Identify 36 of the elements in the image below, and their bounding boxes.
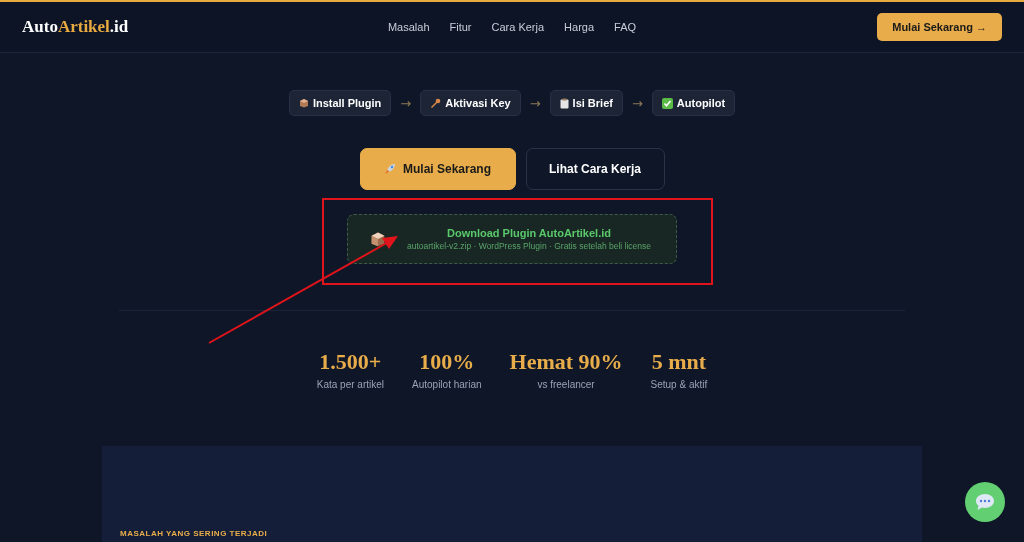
chat-icon bbox=[975, 493, 995, 511]
start-button[interactable]: Mulai Sekarang bbox=[359, 148, 516, 190]
start-button[interactable]: Mulai Sekarang → bbox=[877, 13, 1002, 41]
step-label: Autopilot bbox=[676, 97, 726, 109]
download-title: Download Plugin AutoArtikel.id bbox=[447, 227, 611, 239]
step-label: Isi Brief bbox=[572, 97, 613, 109]
how-it-works-button[interactable]: Lihat Cara Kerja bbox=[525, 148, 665, 190]
clipboard-icon bbox=[559, 97, 569, 109]
check-icon bbox=[661, 97, 673, 109]
nav-link[interactable]: Cara Kerja bbox=[491, 21, 545, 33]
nav-link[interactable]: Harga bbox=[564, 21, 595, 33]
stat-value: 5 mnt bbox=[651, 349, 707, 375]
rocket-icon bbox=[384, 163, 396, 175]
step-arrow: → bbox=[400, 95, 412, 111]
step-label: Aktivasi Key bbox=[445, 97, 511, 109]
box-icon bbox=[298, 98, 309, 108]
stat-label: Autopilot harian bbox=[412, 379, 482, 390]
nav-link[interactable]: Masalah bbox=[387, 21, 430, 33]
step-arrow: → bbox=[631, 95, 643, 111]
step-arrow: → bbox=[529, 95, 541, 111]
download-card[interactable]: Download Plugin AutoArtikel.id autoartikel-v2.zip · WordPress Plugin · Gratis setelah beli license bbox=[347, 214, 677, 264]
download-subtitle: autoartikel-v2.zip · WordPress Plugin · Gratis setelah beli license bbox=[406, 241, 652, 251]
nav-link[interactable]: FAQ bbox=[614, 21, 637, 33]
box-icon bbox=[370, 231, 386, 247]
section-eyebrow: MASALAH YANG SERING TERJADI bbox=[120, 529, 268, 538]
step-label: Install Plugin bbox=[312, 97, 382, 109]
key-icon bbox=[430, 98, 442, 108]
chat-button[interactable] bbox=[965, 482, 1005, 522]
stat-label: Kata per artikel bbox=[316, 379, 384, 390]
stat-label: vs freelancer bbox=[537, 379, 595, 390]
nav-link[interactable]: Fitur bbox=[449, 21, 472, 33]
logo[interactable]: AutoArtikel.id bbox=[22, 17, 388, 37]
stat-value: Hemat 90% bbox=[509, 349, 623, 375]
stat-value: 1.500+ bbox=[319, 349, 382, 375]
stat-label: Setup & aktif bbox=[650, 379, 708, 390]
stat-value: 100% bbox=[419, 349, 475, 375]
